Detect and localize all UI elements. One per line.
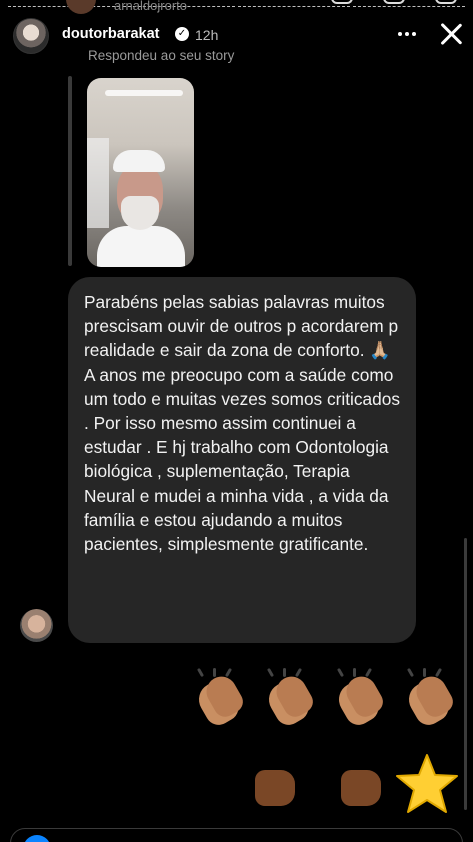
person-cap xyxy=(113,150,165,172)
close-button[interactable] xyxy=(438,20,464,46)
message-composer[interactable] xyxy=(10,828,463,842)
reply-quote-bar xyxy=(68,76,72,266)
more-options-button[interactable] xyxy=(395,22,419,46)
dot-icon xyxy=(405,32,409,36)
right-facing-fist-icon xyxy=(323,766,385,810)
ceiling-light xyxy=(105,90,183,96)
camera-icon[interactable] xyxy=(23,835,51,842)
share-icon xyxy=(383,0,405,4)
clapping-hands-icon xyxy=(259,667,319,730)
clapping-hands-icon xyxy=(329,667,389,730)
previous-icons xyxy=(331,0,457,4)
message-bubble[interactable]: Parabéns pelas sabias palavras muitos pr… xyxy=(68,277,416,643)
dot-icon xyxy=(412,32,416,36)
reply-context-label: Respondeu ao seu story xyxy=(88,48,235,63)
previous-username: arnaldojrorto xyxy=(114,0,187,13)
clapping-hands-icon xyxy=(189,667,249,730)
person-body xyxy=(97,226,185,267)
dot-icon xyxy=(398,32,402,36)
background-window xyxy=(87,138,109,228)
clapping-hands-icon xyxy=(399,667,459,730)
person-beard xyxy=(121,196,159,230)
verified-badge-icon: ✓ xyxy=(175,27,189,41)
message-icon xyxy=(331,0,353,4)
fist-reaction-row xyxy=(251,752,459,816)
username[interactable]: doutorbarakat xyxy=(62,26,160,42)
clap-reaction-row xyxy=(189,667,459,730)
profile-avatar[interactable] xyxy=(13,18,49,54)
story-header: doutorbarakat ✓ 12h xyxy=(0,16,473,56)
previous-avatar xyxy=(66,0,96,14)
scroll-indicator[interactable] xyxy=(464,538,467,810)
star-icon xyxy=(395,752,459,816)
message-text: Parabéns pelas sabias palavras muitos pr… xyxy=(84,292,400,555)
sender-avatar[interactable] xyxy=(20,609,53,642)
info-icon xyxy=(435,0,457,4)
story-thumbnail[interactable] xyxy=(87,78,194,267)
post-time: 12h xyxy=(195,27,219,43)
left-facing-fist-icon xyxy=(251,766,313,810)
